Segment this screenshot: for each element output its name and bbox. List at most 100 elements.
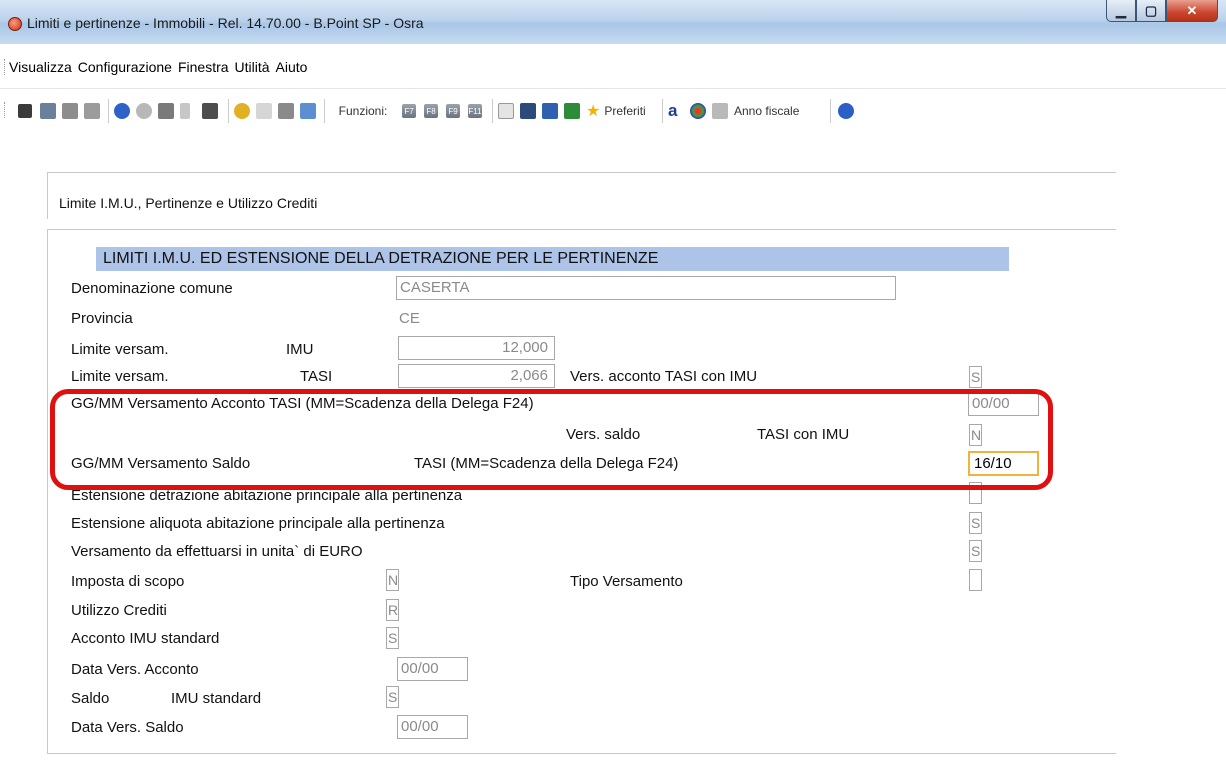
document-button[interactable] — [256, 102, 272, 120]
tipo-versamento-label: Tipo Versamento — [570, 573, 683, 590]
minimize-icon: ▁ — [1116, 2, 1126, 18]
com-button[interactable] — [520, 102, 536, 120]
tasi-con-imu-label: TASI con IMU — [757, 426, 850, 443]
tools-button[interactable] — [300, 102, 316, 120]
provincia-value[interactable]: CE — [399, 310, 420, 327]
pencil-icon — [278, 103, 294, 119]
imposta-scopo-label: Imposta di scopo — [71, 573, 185, 590]
print-button[interactable] — [84, 102, 100, 120]
ggmm-acconto-label: GG/MM Versamento Acconto TASI (MM=Scaden… — [71, 395, 534, 412]
title-bar: Limiti e pertinenze - Immobili - Rel. 14… — [0, 0, 1226, 45]
excel-icon — [564, 103, 580, 119]
data-acconto-label: Data Vers. Acconto — [71, 661, 199, 678]
vers-euro-field[interactable]: S — [969, 540, 982, 562]
imposta-scopo-field[interactable]: N — [386, 569, 399, 591]
ggmm-saldo-desc: TASI (MM=Scadenza della Delega F24) — [414, 455, 679, 472]
floppy-icon — [40, 103, 56, 119]
scissors-icon — [62, 103, 78, 119]
printer-icon — [84, 103, 100, 119]
f11-button[interactable]: F11 — [468, 102, 482, 120]
vers-saldo-field[interactable]: N — [969, 424, 982, 446]
denominazione-field[interactable]: CASERTA — [396, 276, 896, 300]
denominazione-label: Denominazione comune — [71, 280, 233, 297]
funzioni-text: Funzioni: — [338, 104, 388, 118]
f8-icon: F8 — [424, 104, 438, 118]
ggmm-saldo-label: GG/MM Versamento Saldo — [71, 455, 251, 472]
section-header: LIMITI I.M.U. ED ESTENSIONE DELLA DETRAZ… — [96, 247, 1009, 271]
tooltip-button[interactable] — [136, 102, 152, 120]
minimize-button[interactable]: ▁ — [1106, 0, 1136, 22]
speech-icon — [136, 103, 152, 119]
saldo-imu-label: IMU standard — [171, 690, 262, 707]
ggmm-saldo-field[interactable]: 16/10 — [968, 451, 1039, 476]
limite-tasi-type: TASI — [300, 368, 333, 385]
menu-grip[interactable] — [4, 59, 7, 75]
exit-button[interactable] — [18, 102, 32, 120]
coins-icon — [234, 103, 250, 119]
menu-finestra[interactable]: Finestra — [178, 59, 229, 75]
f7-button[interactable]: F7 — [402, 102, 416, 120]
database-button[interactable] — [158, 102, 174, 120]
list-icon — [180, 103, 190, 119]
info-icon — [838, 103, 854, 119]
com-icon — [520, 103, 536, 119]
limite-imu-label: Limite versam. — [71, 341, 169, 358]
data-saldo-label: Data Vers. Saldo — [71, 719, 184, 736]
close-button[interactable]: ✕ — [1166, 0, 1218, 22]
font-button[interactable]: a — [668, 101, 677, 120]
mail-button[interactable] — [498, 102, 514, 120]
menu-visualizza[interactable]: Visualizza — [9, 59, 72, 75]
est-aliquota-field[interactable]: S — [969, 512, 982, 534]
acconto-imu-label: Acconto IMU standard — [71, 630, 220, 647]
app-orb-icon[interactable] — [8, 17, 22, 31]
preferiti-button[interactable]: ★ Preferiti — [586, 102, 656, 120]
edit-button[interactable] — [278, 102, 294, 120]
word-button[interactable] — [542, 102, 558, 120]
exit-icon — [18, 104, 32, 118]
tipo-versamento-field[interactable] — [969, 569, 982, 591]
palette-button[interactable] — [690, 102, 706, 120]
save-button[interactable] — [40, 102, 56, 120]
f9-button[interactable]: F9 — [446, 102, 460, 120]
window-title: Limiti e pertinenze - Immobili - Rel. 14… — [27, 15, 424, 31]
funzioni-label: Funzioni: — [330, 102, 396, 120]
f7-icon: F7 — [402, 104, 416, 118]
est-detrazione-field[interactable] — [969, 482, 982, 504]
limite-tasi-field[interactable]: 2,066 — [398, 364, 555, 388]
document-icon — [256, 103, 272, 119]
data-saldo-field[interactable]: 00/00 — [397, 715, 468, 739]
saldo-imu-field[interactable]: S — [386, 686, 399, 708]
utilizzo-crediti-label: Utilizzo Crediti — [71, 602, 167, 619]
coins-button[interactable] — [234, 102, 250, 120]
maximize-button[interactable]: ▢ — [1136, 0, 1166, 22]
euro-icon — [202, 103, 218, 119]
menu-utilita[interactable]: Utilità — [235, 59, 270, 75]
f11-icon: F11 — [468, 104, 482, 118]
help-button[interactable] — [114, 102, 130, 120]
menu-aiuto[interactable]: Aiuto — [276, 59, 308, 75]
utilizzo-crediti-field[interactable]: R — [386, 599, 399, 621]
close-icon: ✕ — [1186, 2, 1198, 18]
vers-acconto-field[interactable]: S — [969, 366, 982, 388]
info-button[interactable] — [838, 102, 854, 120]
panel-header: Limite I.M.U., Pertinenze e Utilizzo Cre… — [47, 172, 1116, 219]
toolbar-grip[interactable] — [4, 102, 7, 118]
menu-bar: Visualizza Configurazione Finestra Utili… — [0, 44, 1226, 89]
menu-configurazione[interactable]: Configurazione — [78, 59, 172, 75]
acconto-imu-field[interactable]: S — [386, 627, 399, 649]
delete-button[interactable] — [62, 102, 78, 120]
limite-imu-type: IMU — [286, 341, 314, 358]
vers-euro-label: Versamento da effettuarsi in unita` di E… — [71, 543, 363, 560]
limite-imu-field[interactable]: 12,000 — [398, 336, 555, 360]
help-icon — [114, 103, 130, 119]
euro-button[interactable] — [202, 102, 218, 120]
ggmm-acconto-field[interactable]: 00/00 — [968, 392, 1039, 416]
list-button[interactable] — [180, 102, 190, 120]
limite-tasi-label: Limite versam. — [71, 368, 169, 385]
data-acconto-field[interactable]: 00/00 — [397, 657, 468, 681]
window-controls: ▁ ▢ ✕ — [1106, 0, 1218, 22]
vers-saldo-label: Vers. saldo — [566, 426, 641, 443]
anno-fiscale-button[interactable]: Anno fiscale — [712, 102, 822, 120]
f8-button[interactable]: F8 — [424, 102, 438, 120]
excel-button[interactable] — [564, 102, 580, 120]
